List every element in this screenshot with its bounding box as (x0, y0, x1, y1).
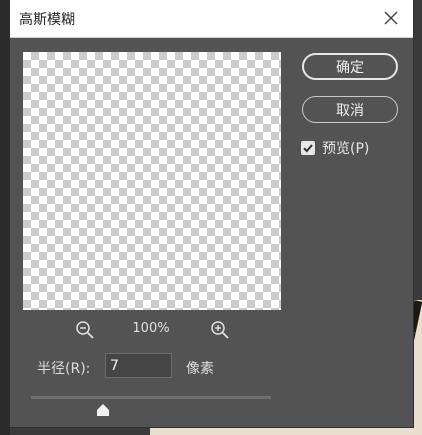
radius-unit-label: 像素 (186, 361, 214, 377)
checkbox-box[interactable] (301, 141, 315, 155)
zoom-level: 100% (132, 321, 170, 336)
checkmark-icon (303, 144, 313, 153)
gaussian-blur-dialog: 高斯模糊 100% 半径(R): 像素 确定 (10, 0, 413, 427)
ok-button-label: 确定 (336, 59, 364, 76)
cancel-button-label: 取消 (336, 102, 364, 119)
ok-button[interactable]: 确定 (302, 53, 398, 80)
title-bar: 高斯模糊 (10, 0, 413, 38)
preview-checkbox[interactable]: 预览(P) (301, 140, 370, 157)
radius-slider-thumb[interactable] (96, 401, 110, 416)
radius-slider-track[interactable] (31, 396, 271, 399)
preview-area[interactable] (23, 52, 281, 310)
zoom-in-icon[interactable] (210, 320, 230, 340)
background-app-edge (0, 0, 10, 435)
close-icon[interactable] (380, 7, 402, 29)
radius-label: 半径(R): (37, 361, 91, 377)
zoom-out-icon[interactable] (75, 320, 95, 340)
preview-checkbox-label: 预览(P) (322, 141, 370, 157)
cancel-button[interactable]: 取消 (302, 96, 398, 123)
radius-input[interactable] (105, 353, 172, 378)
dialog-title: 高斯模糊 (19, 12, 75, 28)
